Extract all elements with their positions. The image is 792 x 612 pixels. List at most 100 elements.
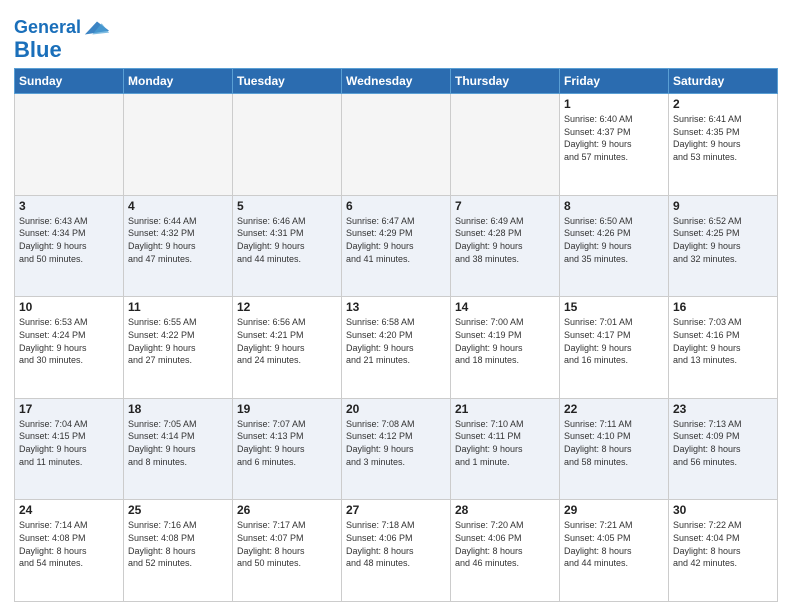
day-cell-5: 5 Sunrise: 6:46 AM Sunset: 4:31 PM Daylig… <box>233 195 342 297</box>
day-cell-8: 8 Sunrise: 6:50 AM Sunset: 4:26 PM Daylig… <box>560 195 669 297</box>
day-info: Sunrise: 6:58 AM Sunset: 4:20 PM Dayligh… <box>346 316 446 366</box>
calendar-table: SundayMondayTuesdayWednesdayThursdayFrid… <box>14 68 778 602</box>
weekday-header-wednesday: Wednesday <box>342 69 451 94</box>
day-number: 28 <box>455 503 555 517</box>
day-info: Sunrise: 6:55 AM Sunset: 4:22 PM Dayligh… <box>128 316 228 366</box>
day-number: 5 <box>237 199 337 213</box>
day-cell-3: 3 Sunrise: 6:43 AM Sunset: 4:34 PM Daylig… <box>15 195 124 297</box>
day-info: Sunrise: 7:01 AM Sunset: 4:17 PM Dayligh… <box>564 316 664 366</box>
day-cell-22: 22 Sunrise: 7:11 AM Sunset: 4:10 PM Dayli… <box>560 398 669 500</box>
day-info: Sunrise: 6:53 AM Sunset: 4:24 PM Dayligh… <box>19 316 119 366</box>
day-cell-27: 27 Sunrise: 7:18 AM Sunset: 4:06 PM Dayli… <box>342 500 451 602</box>
day-cell-29: 29 Sunrise: 7:21 AM Sunset: 4:05 PM Dayli… <box>560 500 669 602</box>
weekday-header-row: SundayMondayTuesdayWednesdayThursdayFrid… <box>15 69 778 94</box>
day-cell-15: 15 Sunrise: 7:01 AM Sunset: 4:17 PM Dayli… <box>560 297 669 399</box>
day-number: 26 <box>237 503 337 517</box>
day-cell-13: 13 Sunrise: 6:58 AM Sunset: 4:20 PM Dayli… <box>342 297 451 399</box>
day-cell-2: 2 Sunrise: 6:41 AM Sunset: 4:35 PM Daylig… <box>669 94 778 196</box>
weekday-header-tuesday: Tuesday <box>233 69 342 94</box>
day-info: Sunrise: 6:46 AM Sunset: 4:31 PM Dayligh… <box>237 215 337 265</box>
day-number: 12 <box>237 300 337 314</box>
day-cell-4: 4Sunrise: 6:44 AM Sunset: 4:32 PM Daylig… <box>124 195 233 297</box>
day-number: 6 <box>346 199 446 213</box>
day-number: 2 <box>673 97 773 111</box>
day-cell-28: 28 Sunrise: 7:20 AM Sunset: 4:06 PM Dayli… <box>451 500 560 602</box>
day-info: Sunrise: 7:14 AM Sunset: 4:08 PM Dayligh… <box>19 519 119 569</box>
day-cell-10: 10Sunrise: 6:53 AM Sunset: 4:24 PM Dayli… <box>15 297 124 399</box>
week-row-2: 3 Sunrise: 6:43 AM Sunset: 4:34 PM Daylig… <box>15 195 778 297</box>
logo-text-blue: Blue <box>14 38 62 62</box>
weekday-header-saturday: Saturday <box>669 69 778 94</box>
weekday-header-thursday: Thursday <box>451 69 560 94</box>
day-number: 23 <box>673 402 773 416</box>
day-info: Sunrise: 7:07 AM Sunset: 4:13 PM Dayligh… <box>237 418 337 468</box>
day-info: Sunrise: 6:41 AM Sunset: 4:35 PM Dayligh… <box>673 113 773 163</box>
day-info: Sunrise: 6:43 AM Sunset: 4:34 PM Dayligh… <box>19 215 119 265</box>
week-row-3: 10Sunrise: 6:53 AM Sunset: 4:24 PM Dayli… <box>15 297 778 399</box>
day-number: 3 <box>19 199 119 213</box>
week-row-4: 17 Sunrise: 7:04 AM Sunset: 4:15 PM Dayli… <box>15 398 778 500</box>
day-number: 27 <box>346 503 446 517</box>
weekday-header-sunday: Sunday <box>15 69 124 94</box>
day-cell-23: 23 Sunrise: 7:13 AM Sunset: 4:09 PM Dayli… <box>669 398 778 500</box>
day-number: 29 <box>564 503 664 517</box>
day-number: 30 <box>673 503 773 517</box>
day-info: Sunrise: 6:50 AM Sunset: 4:26 PM Dayligh… <box>564 215 664 265</box>
logo: General Blue <box>14 14 111 62</box>
day-number: 24 <box>19 503 119 517</box>
day-info: Sunrise: 7:10 AM Sunset: 4:11 PM Dayligh… <box>455 418 555 468</box>
day-cell-7: 7 Sunrise: 6:49 AM Sunset: 4:28 PM Daylig… <box>451 195 560 297</box>
weekday-header-friday: Friday <box>560 69 669 94</box>
day-cell-18: 18 Sunrise: 7:05 AM Sunset: 4:14 PM Dayli… <box>124 398 233 500</box>
day-number: 18 <box>128 402 228 416</box>
day-info: Sunrise: 6:56 AM Sunset: 4:21 PM Dayligh… <box>237 316 337 366</box>
day-info: Sunrise: 7:21 AM Sunset: 4:05 PM Dayligh… <box>564 519 664 569</box>
day-info: Sunrise: 6:52 AM Sunset: 4:25 PM Dayligh… <box>673 215 773 265</box>
day-info: Sunrise: 7:11 AM Sunset: 4:10 PM Dayligh… <box>564 418 664 468</box>
header: General Blue <box>14 10 778 62</box>
day-cell-11: 11 Sunrise: 6:55 AM Sunset: 4:22 PM Dayli… <box>124 297 233 399</box>
day-info: Sunrise: 6:49 AM Sunset: 4:28 PM Dayligh… <box>455 215 555 265</box>
day-number: 8 <box>564 199 664 213</box>
day-number: 13 <box>346 300 446 314</box>
day-cell-20: 20 Sunrise: 7:08 AM Sunset: 4:12 PM Dayli… <box>342 398 451 500</box>
day-cell-12: 12 Sunrise: 6:56 AM Sunset: 4:21 PM Dayli… <box>233 297 342 399</box>
day-info: Sunrise: 7:20 AM Sunset: 4:06 PM Dayligh… <box>455 519 555 569</box>
day-info: Sunrise: 7:08 AM Sunset: 4:12 PM Dayligh… <box>346 418 446 468</box>
day-number: 19 <box>237 402 337 416</box>
day-cell-14: 14 Sunrise: 7:00 AM Sunset: 4:19 PM Dayli… <box>451 297 560 399</box>
day-cell-19: 19 Sunrise: 7:07 AM Sunset: 4:13 PM Dayli… <box>233 398 342 500</box>
day-info: Sunrise: 7:04 AM Sunset: 4:15 PM Dayligh… <box>19 418 119 468</box>
day-number: 20 <box>346 402 446 416</box>
day-number: 21 <box>455 402 555 416</box>
day-info: Sunrise: 7:05 AM Sunset: 4:14 PM Dayligh… <box>128 418 228 468</box>
empty-cell <box>342 94 451 196</box>
day-number: 9 <box>673 199 773 213</box>
day-info: Sunrise: 7:16 AM Sunset: 4:08 PM Dayligh… <box>128 519 228 569</box>
day-cell-6: 6Sunrise: 6:47 AM Sunset: 4:29 PM Daylig… <box>342 195 451 297</box>
day-number: 17 <box>19 402 119 416</box>
empty-cell <box>233 94 342 196</box>
day-number: 11 <box>128 300 228 314</box>
day-info: Sunrise: 7:13 AM Sunset: 4:09 PM Dayligh… <box>673 418 773 468</box>
day-info: Sunrise: 7:18 AM Sunset: 4:06 PM Dayligh… <box>346 519 446 569</box>
empty-cell <box>451 94 560 196</box>
day-info: Sunrise: 7:03 AM Sunset: 4:16 PM Dayligh… <box>673 316 773 366</box>
day-info: Sunrise: 7:00 AM Sunset: 4:19 PM Dayligh… <box>455 316 555 366</box>
day-number: 7 <box>455 199 555 213</box>
day-number: 15 <box>564 300 664 314</box>
day-number: 16 <box>673 300 773 314</box>
day-number: 14 <box>455 300 555 314</box>
week-row-5: 24 Sunrise: 7:14 AM Sunset: 4:08 PM Dayli… <box>15 500 778 602</box>
day-info: Sunrise: 7:22 AM Sunset: 4:04 PM Dayligh… <box>673 519 773 569</box>
day-number: 4 <box>128 199 228 213</box>
day-cell-16: 16 Sunrise: 7:03 AM Sunset: 4:16 PM Dayli… <box>669 297 778 399</box>
day-info: Sunrise: 6:40 AM Sunset: 4:37 PM Dayligh… <box>564 113 664 163</box>
day-info: Sunrise: 7:17 AM Sunset: 4:07 PM Dayligh… <box>237 519 337 569</box>
weekday-header-monday: Monday <box>124 69 233 94</box>
day-cell-24: 24 Sunrise: 7:14 AM Sunset: 4:08 PM Dayli… <box>15 500 124 602</box>
day-cell-25: 25Sunrise: 7:16 AM Sunset: 4:08 PM Dayli… <box>124 500 233 602</box>
day-cell-30: 30 Sunrise: 7:22 AM Sunset: 4:04 PM Dayli… <box>669 500 778 602</box>
day-cell-1: 1Sunrise: 6:40 AM Sunset: 4:37 PM Daylig… <box>560 94 669 196</box>
day-number: 22 <box>564 402 664 416</box>
